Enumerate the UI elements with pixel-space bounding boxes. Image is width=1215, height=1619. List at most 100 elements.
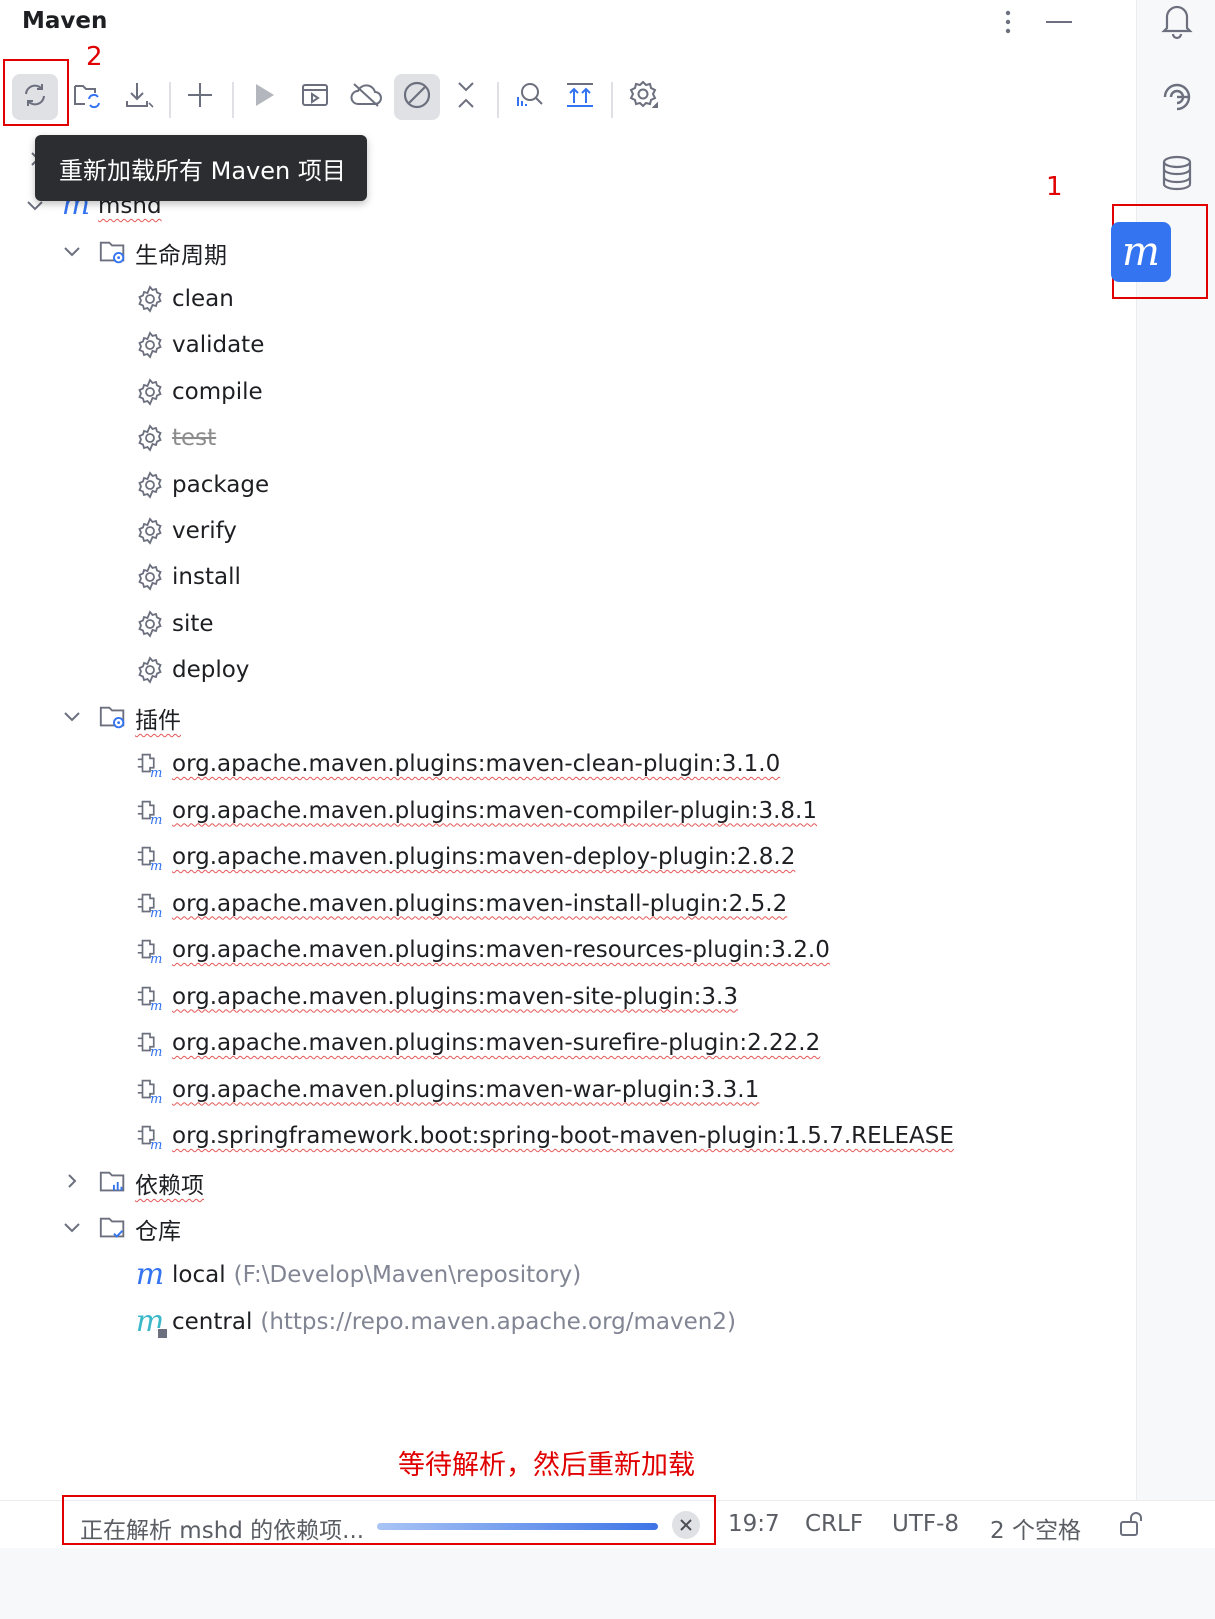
minimize-icon[interactable]	[1039, 4, 1079, 40]
lifecycle-item-compile[interactable]: compile	[172, 369, 263, 415]
lifecycle-item-test[interactable]: test	[172, 415, 216, 461]
lock-icon[interactable]	[1117, 1509, 1147, 1539]
lifecycle-item-label: package	[172, 471, 270, 498]
plugin-item[interactable]: org.apache.maven.plugins:maven-surefire-…	[172, 1020, 820, 1066]
background-task-progress	[377, 1523, 658, 1530]
maven-icon: m	[1122, 229, 1160, 275]
lifecycle-item-deploy[interactable]: deploy	[172, 647, 249, 693]
plugin-item-label: org.apache.maven.plugins:maven-resources…	[172, 937, 830, 963]
maven-tool-button[interactable]: m	[1111, 222, 1171, 282]
run-config-button[interactable]	[292, 74, 338, 120]
tree-node-repositories[interactable]: 仓库	[135, 1206, 181, 1252]
annotation-number-2: 2	[86, 42, 103, 72]
background-task-label[interactable]: 正在解析 mshd 的依赖项...	[80, 1511, 364, 1545]
plugin-item-label: org.apache.maven.plugins:maven-compiler-…	[172, 797, 817, 824]
close-icon	[680, 1519, 692, 1531]
run-button[interactable]	[241, 74, 287, 120]
dependencies-folder-icon	[98, 1167, 128, 1197]
lifecycle-item-label: verify	[172, 518, 237, 544]
indent-setting[interactable]: 2 个空格	[990, 1511, 1081, 1545]
lifecycle-gear-icon	[135, 655, 165, 685]
plugin-item[interactable]: org.apache.maven.plugins:maven-deploy-pl…	[172, 834, 795, 880]
lifecycle-gear-icon	[135, 562, 165, 592]
tree-node-dependencies[interactable]: 依赖项	[135, 1160, 204, 1206]
lifecycle-gear-icon	[135, 516, 165, 546]
plugin-item[interactable]: org.apache.maven.plugins:maven-install-p…	[172, 881, 787, 927]
line-ending[interactable]: CRLF	[805, 1511, 863, 1537]
plugin-icon: m	[135, 1028, 165, 1059]
skip-tests-icon	[402, 80, 432, 114]
svg-text:m: m	[150, 1092, 162, 1106]
lifecycle-item-install[interactable]: install	[172, 554, 241, 600]
offline-mode-button[interactable]	[343, 74, 389, 120]
plugin-item[interactable]: org.apache.maven.plugins:maven-resources…	[172, 927, 830, 973]
database-icon[interactable]	[1157, 153, 1197, 193]
notifications-icon[interactable]	[1157, 0, 1197, 40]
plugin-item-label: org.springframework.boot:spring-boot-mav…	[172, 1123, 954, 1149]
annotation-number-1: 1	[1046, 172, 1063, 202]
repositories-label: 仓库	[135, 1219, 181, 1245]
lifecycle-item-label: install	[172, 564, 241, 591]
svg-text:m: m	[150, 859, 162, 873]
local-repo-icon: m	[135, 1257, 165, 1292]
plugin-item[interactable]: org.apache.maven.plugins:maven-clean-plu…	[172, 741, 780, 787]
reimport-folder-button[interactable]	[64, 74, 110, 120]
plugin-icon: m	[135, 1075, 165, 1106]
right-tool-strip: m	[1111, 0, 1215, 1548]
plugin-icon: m	[135, 796, 165, 827]
lifecycle-item-clean[interactable]: clean	[172, 276, 234, 322]
cancel-task-button[interactable]	[672, 1511, 700, 1539]
lifecycle-label: 生命周期	[135, 243, 227, 269]
ai-assistant-icon[interactable]	[1157, 77, 1197, 117]
plugin-item[interactable]: org.apache.maven.plugins:maven-war-plugi…	[172, 1067, 759, 1113]
lifecycle-item-label: test	[172, 425, 217, 452]
analyze-deps-button[interactable]	[506, 74, 552, 120]
repo-central-name: central	[172, 1309, 253, 1335]
show-deps-button[interactable]	[557, 74, 603, 120]
repositories-folder-icon	[98, 1213, 128, 1243]
status-bar: 正在解析 mshd 的依赖项... 19:7 CRLF UTF-8 2 个空格	[0, 1495, 1215, 1549]
tree-node-lifecycle[interactable]: 生命周期	[135, 230, 227, 276]
annotation-note: 等待解析，然后重新加载	[398, 1450, 695, 1481]
chevron-down-icon[interactable]	[62, 1218, 82, 1238]
plugin-item[interactable]: org.apache.maven.plugins:maven-compiler-…	[172, 788, 817, 834]
plugin-item[interactable]: org.apache.maven.plugins:maven-site-plug…	[172, 974, 738, 1020]
more-vertical-icon[interactable]	[988, 4, 1028, 40]
lifecycle-gear-icon	[135, 330, 165, 360]
file-encoding[interactable]: UTF-8	[892, 1511, 959, 1537]
chevron-down-icon[interactable]	[62, 242, 82, 262]
svg-text:m: m	[150, 999, 162, 1013]
collapse-all-button[interactable]	[443, 74, 489, 120]
lifecycle-item-package[interactable]: package	[172, 462, 269, 508]
chevron-right-icon[interactable]	[62, 1171, 82, 1191]
settings-button[interactable]	[621, 74, 667, 120]
download-icon	[123, 79, 155, 115]
chevron-down-icon[interactable]	[62, 707, 82, 727]
repo-local-name: local	[172, 1262, 226, 1288]
lifecycle-item-label: deploy	[172, 657, 250, 684]
plugins-folder-icon	[98, 702, 128, 732]
plugin-icon: m	[135, 889, 165, 920]
reimport-folder-icon	[71, 79, 103, 115]
panel-title: Maven	[22, 8, 108, 34]
svg-text:m: m	[150, 952, 162, 966]
tree-node-repo-central[interactable]: central (https://repo.maven.apache.org/m…	[172, 1299, 736, 1345]
plugin-item-label: org.apache.maven.plugins:maven-clean-plu…	[172, 751, 781, 777]
lifecycle-item-site[interactable]: site	[172, 601, 214, 647]
analyze-deps-icon	[513, 79, 545, 115]
add-project-button[interactable]	[177, 74, 223, 120]
tree-node-plugins[interactable]: 插件	[135, 695, 181, 741]
maven-tool-window: Maven 2 1 m mshd 生命周期 clean validate com…	[0, 0, 1136, 1548]
lifecycle-item-validate[interactable]: validate	[172, 322, 264, 368]
reload-highlight-box	[3, 59, 69, 126]
lifecycle-item-verify[interactable]: verify	[172, 508, 237, 554]
plugin-item-label: org.apache.maven.plugins:maven-war-plugi…	[172, 1076, 760, 1103]
download-sources-button[interactable]	[116, 74, 162, 120]
run-config-icon	[300, 80, 330, 114]
caret-position[interactable]: 19:7	[728, 1511, 780, 1537]
lifecycle-gear-icon	[135, 423, 165, 453]
tree-node-repo-local[interactable]: local (F:\Develop\Maven\repository)	[172, 1252, 581, 1298]
svg-text:m: m	[150, 813, 162, 827]
skip-tests-button[interactable]	[394, 74, 440, 120]
plugin-item[interactable]: org.springframework.boot:spring-boot-mav…	[172, 1113, 954, 1159]
